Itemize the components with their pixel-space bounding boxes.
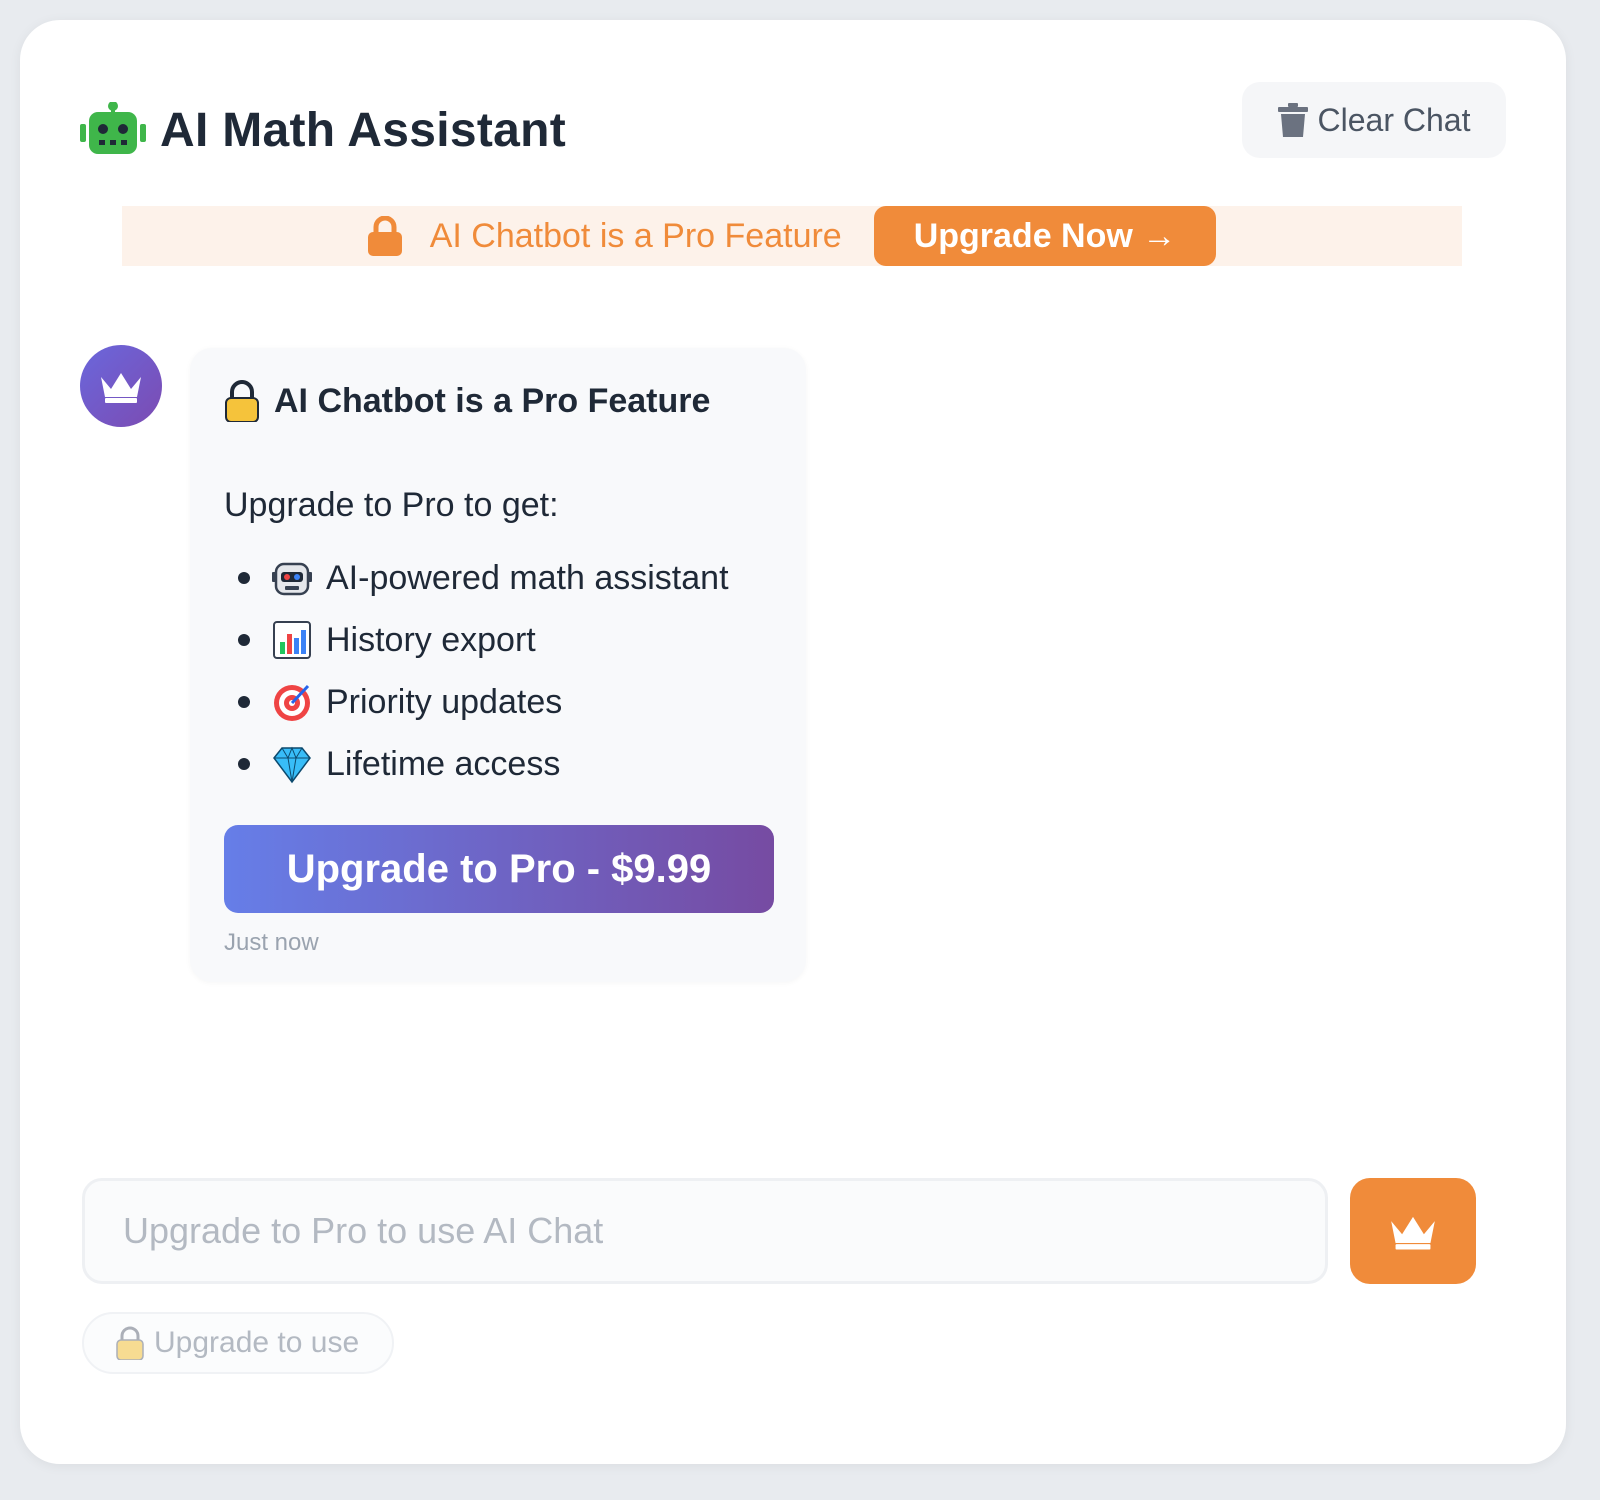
feature-label: Lifetime access <box>326 744 561 783</box>
upgrade-hint[interactable]: Upgrade to use <box>82 1312 394 1374</box>
list-item: Lifetime access <box>224 733 772 795</box>
crown-icon <box>101 373 141 403</box>
robot-face-icon <box>272 562 312 596</box>
send-button[interactable] <box>1350 1178 1476 1284</box>
gem-icon <box>273 746 311 784</box>
lock-emoji-icon <box>225 380 259 422</box>
message-timestamp: Just now <box>224 929 319 956</box>
feature-label: History export <box>326 620 536 659</box>
feature-label: AI-powered math assistant <box>326 558 729 597</box>
feature-list: AI-powered math assistant History export <box>224 547 772 795</box>
message-title: AI Chatbot is a Pro Feature <box>224 378 772 424</box>
bullet <box>238 572 250 584</box>
lock-icon <box>367 216 402 256</box>
target-icon <box>274 684 310 721</box>
upgrade-to-pro-button[interactable]: Upgrade to Pro - $9.99 <box>224 825 774 913</box>
header: AI Math Assistant <box>80 90 566 170</box>
upgrade-now-button[interactable]: Upgrade Now → <box>873 206 1217 266</box>
clear-chat-label: Clear Chat <box>1317 101 1471 138</box>
lock-emoji-icon <box>116 1326 144 1360</box>
assistant-avatar <box>80 345 162 427</box>
feature-label: Priority updates <box>326 682 563 721</box>
bar-chart-icon <box>273 621 311 659</box>
page-title: AI Math Assistant <box>160 103 567 157</box>
robot-icon <box>80 102 146 154</box>
chat-input[interactable] <box>82 1178 1328 1284</box>
list-item: AI-powered math assistant <box>224 547 772 609</box>
trash-icon <box>1277 103 1308 137</box>
bullet <box>238 634 250 646</box>
clear-chat-button[interactable]: Clear Chat <box>1242 82 1506 158</box>
bullet <box>238 758 250 770</box>
message-title-text: AI Chatbot is a Pro Feature <box>274 381 711 420</box>
assistant-message: AI Chatbot is a Pro Feature Upgrade to P… <box>190 348 806 982</box>
list-item: Priority updates <box>224 671 772 733</box>
list-item: History export <box>224 609 772 671</box>
pro-feature-banner: AI Chatbot is a Pro Feature Upgrade Now … <box>122 206 1462 266</box>
message-intro: Upgrade to Pro to get: <box>224 486 559 524</box>
banner-text: AI Chatbot is a Pro Feature <box>429 216 842 255</box>
upgrade-hint-label: Upgrade to use <box>154 1326 360 1359</box>
bullet <box>238 696 250 708</box>
crown-icon <box>1391 1216 1435 1250</box>
chat-card: AI Math Assistant Clear Chat AI Chatbot … <box>20 20 1566 1464</box>
